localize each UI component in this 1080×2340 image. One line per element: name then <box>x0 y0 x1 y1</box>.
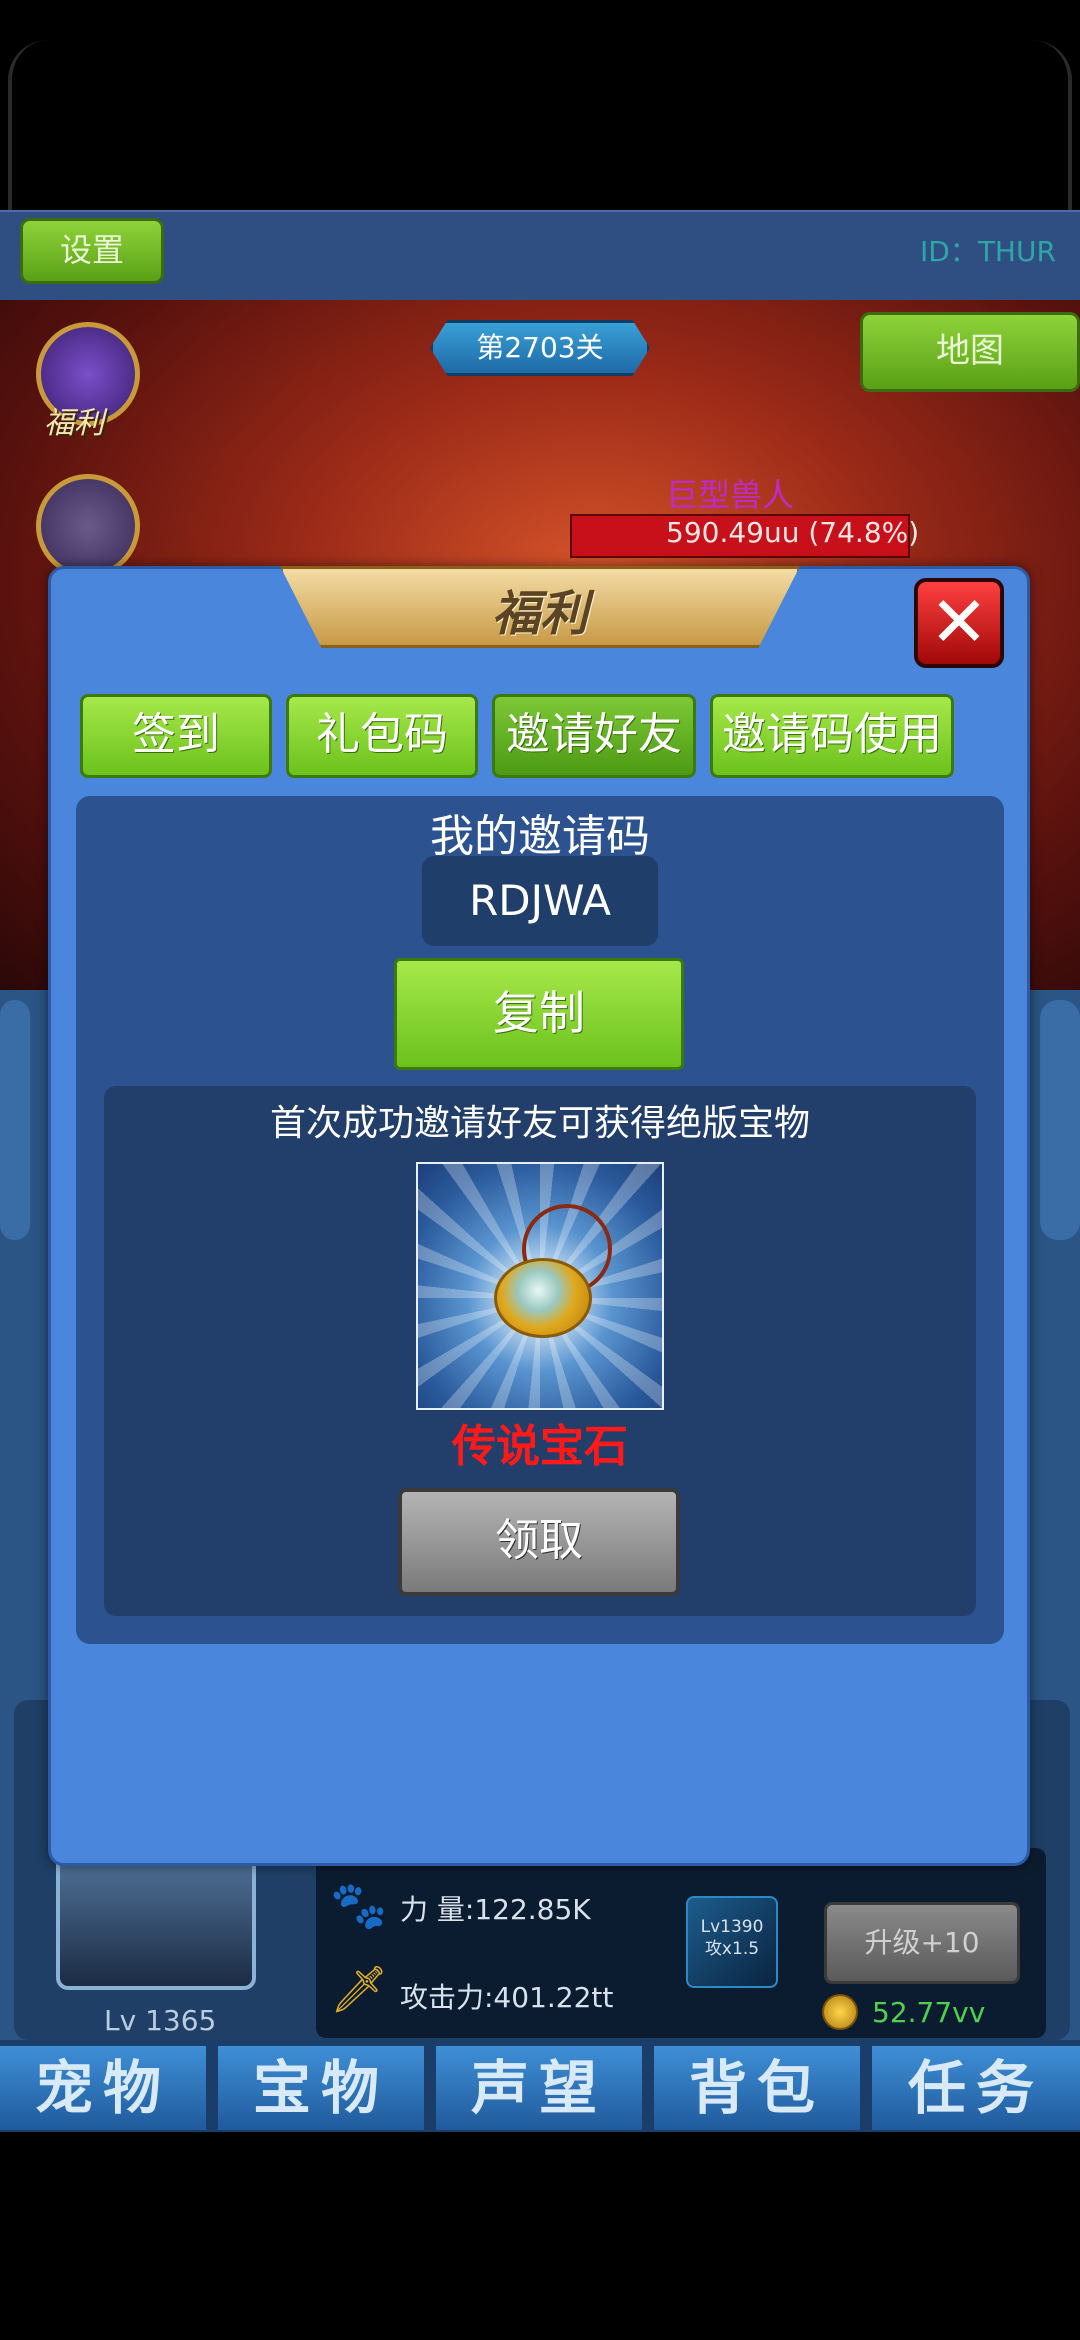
map-button[interactable]: 地图 <box>860 312 1080 392</box>
skill-level: Lv1390 <box>700 1917 764 1937</box>
tab-use-invite-code[interactable]: 邀请码使用 <box>710 694 954 778</box>
copy-button[interactable]: 复制 <box>394 958 684 1070</box>
nav-tab-reputation[interactable]: 声望 <box>436 2046 642 2130</box>
my-invite-code-label: 我的邀请码 <box>430 811 650 862</box>
coin-amount: 52.77vv <box>872 1996 986 2029</box>
settings-button[interactable]: 设置 <box>20 218 164 284</box>
sword-icon: 🗡 <box>330 1962 389 2016</box>
hero-level: Lv 1365 <box>104 2004 217 2037</box>
nav-tab-tasks[interactable]: 任务 <box>872 2046 1080 2130</box>
claim-button[interactable]: 领取 <box>398 1488 680 1596</box>
nav-tab-pets[interactable]: 宠物 <box>0 2046 206 2130</box>
hero-power: 力 量:122.85K <box>400 1893 591 1926</box>
skill-icon[interactable]: Lv1390 攻x1.5 <box>686 1896 778 1988</box>
reward-item-name: 传说宝石 <box>452 1421 628 1472</box>
legendary-gem-icon <box>416 1162 664 1410</box>
paw-icon: 🐾 <box>330 1878 388 1932</box>
hero-attack: 攻击力:401.22tt <box>400 1981 614 2014</box>
nav-tab-treasures[interactable]: 宝物 <box>218 2046 424 2130</box>
coin-icon <box>822 1994 858 2030</box>
right-side-panel <box>1040 1000 1080 1240</box>
close-button[interactable]: ✕ <box>914 578 1004 668</box>
tab-invite-friends[interactable]: 邀请好友 <box>492 694 696 778</box>
left-side-panel <box>0 1000 30 1240</box>
welfare-icon-label: 福利 <box>44 406 104 441</box>
skill-bonus: 攻x1.5 <box>704 1939 760 1959</box>
modal-title: 福利 <box>491 586 588 642</box>
close-icon: ✕ <box>929 581 989 663</box>
upgrade-button[interactable]: 升级+10 <box>824 1902 1020 1984</box>
treasure-chest-icon[interactable] <box>36 474 140 578</box>
user-id: ID：THUR <box>920 235 1056 268</box>
nav-tab-backpack[interactable]: 背包 <box>654 2046 860 2130</box>
tab-sign-in[interactable]: 签到 <box>80 694 272 778</box>
stage-banner: 第2703关 <box>430 320 650 376</box>
enemy-name: 巨型兽人 <box>666 476 795 514</box>
reward-description: 首次成功邀请好友可获得绝版宝物 <box>269 1103 810 1144</box>
enemy-hp-text: 590.49uu (74.8%) <box>666 516 920 549</box>
invite-code-value: RDJWA <box>422 856 658 946</box>
tab-gift-code[interactable]: 礼包码 <box>286 694 478 778</box>
